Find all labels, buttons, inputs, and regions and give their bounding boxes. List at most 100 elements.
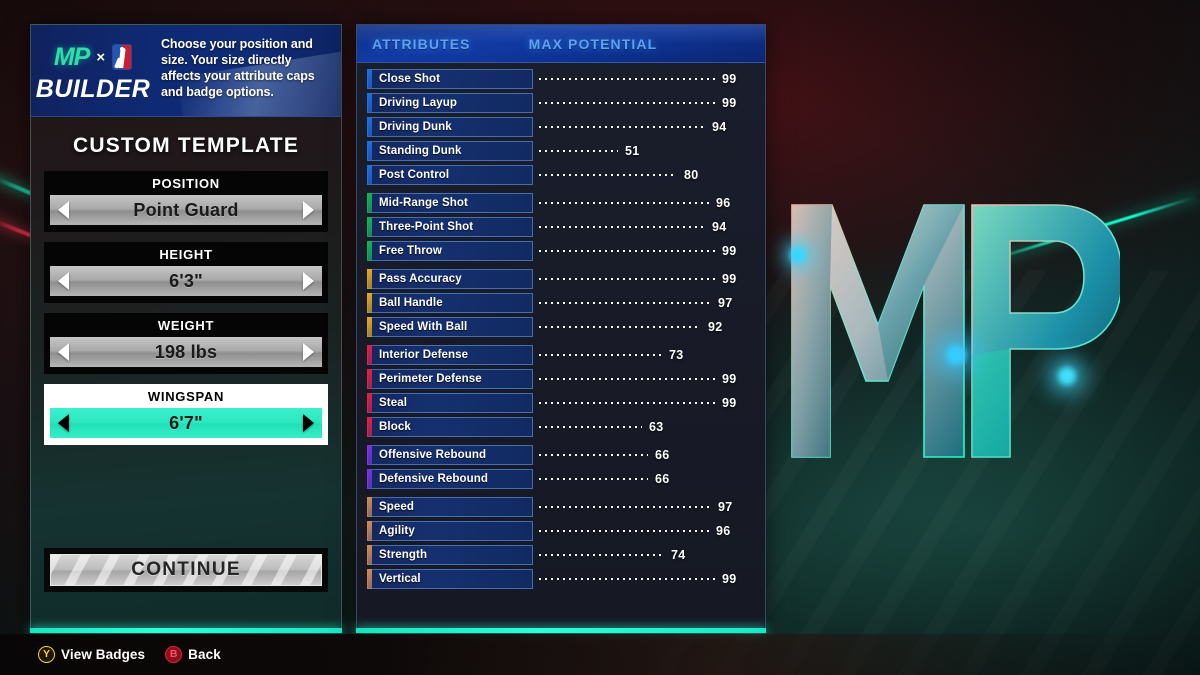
- attribute-row[interactable]: Offensive Rebound 66: [367, 445, 755, 465]
- attribute-row[interactable]: Speed 97: [367, 497, 755, 517]
- group-accent-bar: [367, 393, 372, 413]
- attribute-name-box[interactable]: Defensive Rebound: [367, 469, 533, 489]
- attribute-value: 99: [722, 371, 737, 386]
- attribute-value: 74: [671, 547, 686, 562]
- attribute-value: 66: [655, 447, 670, 462]
- attribute-label: Free Throw: [379, 245, 442, 257]
- attribute-row[interactable]: Interior Defense 73: [367, 345, 755, 365]
- attribute-meter: 99: [537, 569, 755, 589]
- attribute-row[interactable]: Driving Layup 99: [367, 93, 755, 113]
- selector-bar[interactable]: 198 lbs: [50, 337, 322, 367]
- chevron-right-icon[interactable]: [303, 201, 314, 219]
- attribute-row[interactable]: Mid-Range Shot 96: [367, 193, 755, 213]
- button-y-icon[interactable]: Y: [38, 646, 55, 663]
- attribute-name-box[interactable]: Speed With Ball: [367, 317, 533, 337]
- meter-dots: [537, 173, 677, 177]
- selector-bar[interactable]: 6'7": [50, 408, 322, 438]
- attribute-row[interactable]: Standing Dunk 51: [367, 141, 755, 161]
- selector-height[interactable]: HEIGHT 6'3": [44, 242, 328, 303]
- attribute-row[interactable]: Agility 96: [367, 521, 755, 541]
- attribute-value: 99: [722, 271, 737, 286]
- group-accent-bar: [367, 521, 372, 541]
- footer-hint-view-badges[interactable]: Y View Badges: [38, 646, 145, 663]
- group-accent-bar: [367, 165, 372, 185]
- attribute-name-box[interactable]: Speed: [367, 497, 533, 517]
- attribute-name-box[interactable]: Perimeter Defense: [367, 369, 533, 389]
- continue-button-frame[interactable]: CONTINUE: [44, 548, 328, 592]
- attribute-name-box[interactable]: Pass Accuracy: [367, 269, 533, 289]
- attributes-panel: ATTRIBUTES MAX POTENTIAL Close Shot 99 Dri…: [356, 24, 766, 628]
- attribute-name-box[interactable]: Free Throw: [367, 241, 533, 261]
- cross-symbol: ×: [96, 48, 106, 66]
- chevron-left-icon[interactable]: [58, 414, 69, 432]
- attribute-row[interactable]: Close Shot 99: [367, 69, 755, 89]
- attribute-row[interactable]: Post Control 80: [367, 165, 755, 185]
- attribute-row[interactable]: Perimeter Defense 99: [367, 369, 755, 389]
- selector-bar[interactable]: Point Guard: [50, 195, 322, 225]
- attribute-name-box[interactable]: Standing Dunk: [367, 141, 533, 161]
- group-accent-bar: [367, 269, 372, 289]
- attribute-group-rebounding: Offensive Rebound 66 Defensive Rebound 66: [357, 445, 765, 489]
- continue-button[interactable]: CONTINUE: [50, 554, 322, 586]
- group-accent-bar: [367, 93, 372, 113]
- attribute-name-box[interactable]: Strength: [367, 545, 533, 565]
- attribute-label: Speed With Ball: [379, 321, 468, 333]
- attribute-row[interactable]: Steal 99: [367, 393, 755, 413]
- attribute-row[interactable]: Strength 74: [367, 545, 755, 565]
- glow-dot: [1058, 367, 1076, 385]
- attribute-row[interactable]: Three-Point Shot 94: [367, 217, 755, 237]
- chevron-right-icon[interactable]: [303, 343, 314, 361]
- meter-dots: [537, 377, 715, 381]
- footer-hint-back[interactable]: B Back: [165, 646, 221, 663]
- mp-logo-art: [770, 185, 1120, 485]
- attribute-row[interactable]: Driving Dunk 94: [367, 117, 755, 137]
- attribute-row[interactable]: Pass Accuracy 99: [367, 269, 755, 289]
- selector-list: POSITION Point Guard HEIGHT 6'3" WEIGHT 198 l…: [31, 171, 341, 445]
- attribute-name-box[interactable]: Interior Defense: [367, 345, 533, 365]
- attribute-meter: 94: [537, 217, 755, 237]
- attribute-name-box[interactable]: Steal: [367, 393, 533, 413]
- chevron-left-icon[interactable]: [58, 272, 69, 290]
- attribute-value: 97: [718, 295, 733, 310]
- group-accent-bar: [367, 117, 372, 137]
- attribute-value: 99: [722, 71, 737, 86]
- chevron-right-icon[interactable]: [303, 272, 314, 290]
- chevron-left-icon[interactable]: [58, 201, 69, 219]
- attribute-name-box[interactable]: Mid-Range Shot: [367, 193, 533, 213]
- selector-label: POSITION: [152, 176, 220, 191]
- chevron-right-icon[interactable]: [303, 414, 314, 432]
- attribute-label: Post Control: [379, 169, 450, 181]
- attribute-row[interactable]: Defensive Rebound 66: [367, 469, 755, 489]
- button-b-icon[interactable]: B: [165, 646, 183, 663]
- attribute-name-box[interactable]: Close Shot: [367, 69, 533, 89]
- attribute-name-box[interactable]: Offensive Rebound: [367, 445, 533, 465]
- attribute-value: 96: [716, 523, 731, 538]
- attribute-name-box[interactable]: Driving Dunk: [367, 117, 533, 137]
- attribute-row[interactable]: Block 63: [367, 417, 755, 437]
- meter-dots: [537, 529, 709, 533]
- group-accent-bar: [367, 193, 372, 213]
- selector-position[interactable]: POSITION Point Guard: [44, 171, 328, 232]
- attribute-meter: 97: [537, 293, 755, 313]
- attribute-name-box[interactable]: Agility: [367, 521, 533, 541]
- attribute-name-box[interactable]: Three-Point Shot: [367, 217, 533, 237]
- meter-dots: [537, 401, 715, 405]
- chevron-left-icon[interactable]: [58, 343, 69, 361]
- attribute-row[interactable]: Vertical 99: [367, 569, 755, 589]
- attribute-name-box[interactable]: Post Control: [367, 165, 533, 185]
- attribute-name-box[interactable]: Driving Layup: [367, 93, 533, 113]
- attribute-name-box[interactable]: Vertical: [367, 569, 533, 589]
- attribute-row[interactable]: Speed With Ball 92: [367, 317, 755, 337]
- attribute-row[interactable]: Ball Handle 97: [367, 293, 755, 313]
- attribute-value: 99: [722, 395, 737, 410]
- attribute-name-box[interactable]: Block: [367, 417, 533, 437]
- attribute-row[interactable]: Free Throw 99: [367, 241, 755, 261]
- hint-label: Back: [188, 647, 221, 662]
- selector-bar[interactable]: 6'3": [50, 266, 322, 296]
- attribute-name-box[interactable]: Ball Handle: [367, 293, 533, 313]
- selector-weight[interactable]: WEIGHT 198 lbs: [44, 313, 328, 374]
- meter-dots: [537, 249, 715, 253]
- attribute-group-defense: Interior Defense 73 Perimeter Defense 99 Ste…: [357, 345, 765, 437]
- attribute-label: Defensive Rebound: [379, 473, 489, 485]
- selector-wingspan[interactable]: WINGSPAN 6'7": [44, 384, 328, 445]
